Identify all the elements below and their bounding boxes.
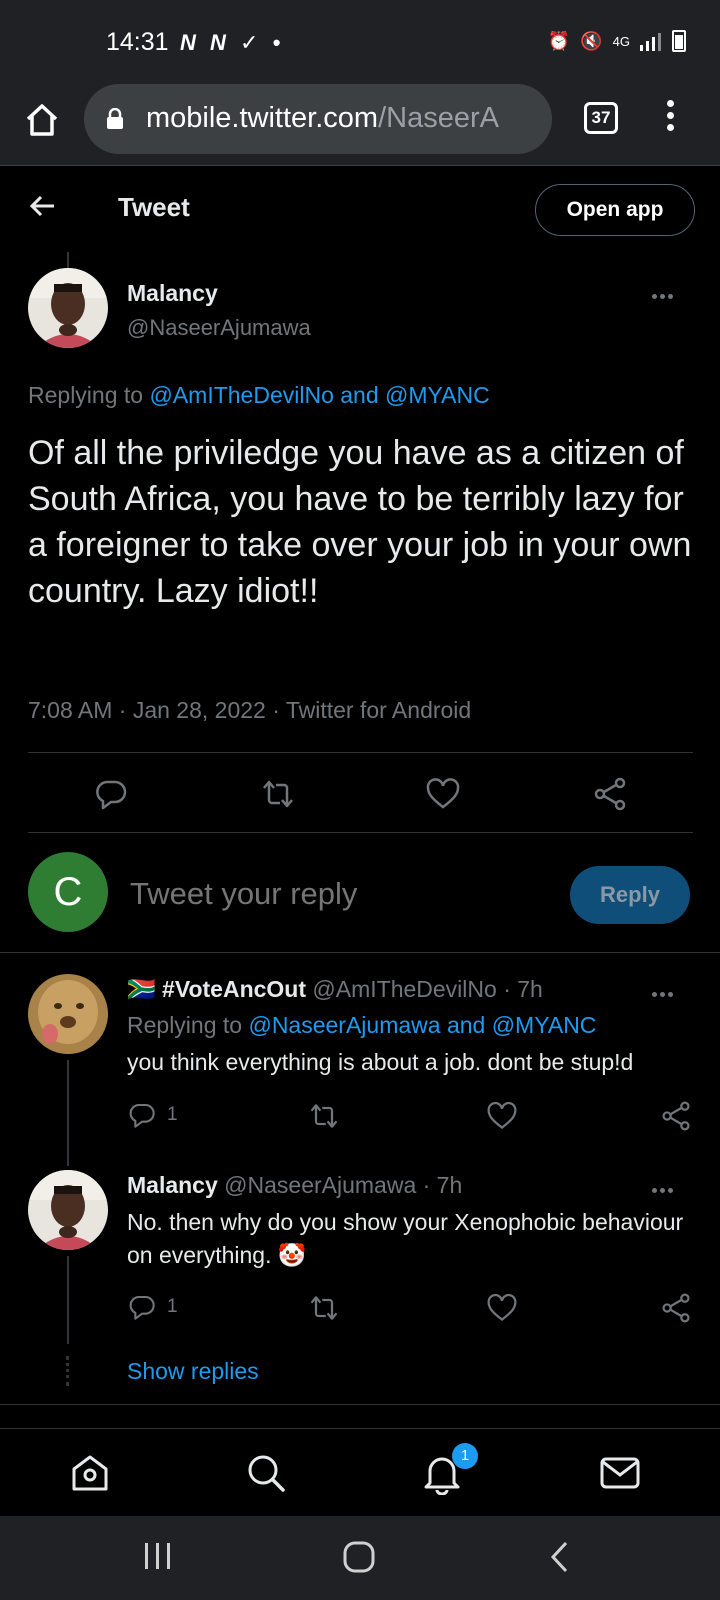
notification-icons: N N ✓ • xyxy=(180,30,285,55)
system-navigation-bar xyxy=(0,1516,720,1600)
mute-icon: 🔇 xyxy=(580,30,603,51)
my-avatar[interactable]: C xyxy=(28,852,108,932)
divider xyxy=(28,752,693,753)
replying-to: Replying to @NaseerAjumawa and @MYANC xyxy=(127,1012,597,1038)
reply-text: No. then why do you show your Xenophobic… xyxy=(127,1209,684,1268)
share-icon[interactable] xyxy=(592,776,628,812)
show-replies-link[interactable]: Show replies xyxy=(127,1358,259,1385)
share-icon[interactable] xyxy=(660,1292,692,1324)
browser-menu-icon[interactable] xyxy=(660,100,680,140)
lock-icon xyxy=(107,108,123,129)
home-tab-icon[interactable] xyxy=(68,1451,112,1495)
reply-button[interactable]: Reply xyxy=(570,866,690,924)
reply-icon[interactable] xyxy=(93,776,129,812)
thread-line xyxy=(67,1060,69,1166)
avatar[interactable] xyxy=(28,268,108,348)
reply-input[interactable] xyxy=(130,876,530,912)
url-text: mobile.twitter.com/NaseerA xyxy=(146,102,499,134)
bottom-tab-bar: 1 xyxy=(0,1428,720,1516)
reply-count: 1 xyxy=(167,1104,178,1125)
retweet-icon[interactable] xyxy=(308,1292,340,1324)
more-options-icon[interactable] xyxy=(652,1180,682,1193)
reply-author[interactable]: Malancy @NaseerAjumawa · 7h xyxy=(127,1172,462,1199)
status-time: 14:31 xyxy=(106,28,169,56)
network-label: 4G xyxy=(612,33,630,49)
battery-icon xyxy=(672,30,686,52)
retweet-icon[interactable] xyxy=(260,776,296,812)
like-icon[interactable] xyxy=(486,1292,518,1324)
reply-count: 1 xyxy=(167,1296,178,1317)
divider xyxy=(28,832,693,833)
alarm-icon: ⏰ xyxy=(547,30,571,51)
flag-icon: 🇿🇦 xyxy=(127,976,156,1002)
reply-icon xyxy=(129,1295,155,1320)
recent-apps-icon[interactable] xyxy=(142,1540,174,1572)
open-app-button[interactable]: Open app xyxy=(535,184,695,236)
reply-author-name[interactable]: #VoteAncOut xyxy=(162,976,306,1002)
search-tab-icon[interactable] xyxy=(244,1451,288,1495)
back-button-icon[interactable] xyxy=(548,1540,572,1574)
avatar[interactable] xyxy=(28,1170,108,1250)
thread-line xyxy=(67,1256,69,1344)
avatar[interactable] xyxy=(28,974,108,1054)
share-icon[interactable] xyxy=(660,1100,692,1132)
status-bar: 14:31 N N ✓ • ⏰ 🔇 4G xyxy=(0,0,720,84)
retweet-icon[interactable] xyxy=(308,1100,340,1132)
replying-to-links[interactable]: @AmITheDevilNo and @MYANC xyxy=(149,382,489,408)
tweet-text: Of all the priviledge you have as a citi… xyxy=(28,434,692,610)
signal-icon xyxy=(640,33,661,51)
notification-badge: 1 xyxy=(452,1443,478,1469)
back-arrow-icon[interactable] xyxy=(28,192,56,220)
url-bar[interactable]: mobile.twitter.com/NaseerA xyxy=(84,84,552,154)
tweet-header: Tweet Open app xyxy=(0,166,720,246)
replying-to: Replying to @AmITheDevilNo and @MYANC xyxy=(28,382,490,408)
home-icon[interactable] xyxy=(22,100,62,140)
more-options-icon[interactable] xyxy=(652,286,682,299)
home-button-icon[interactable] xyxy=(342,1540,376,1574)
reply-handle-time: @AmITheDevilNo · 7h xyxy=(306,976,543,1002)
more-options-icon[interactable] xyxy=(652,984,682,997)
thread-connector xyxy=(67,252,69,268)
author-name[interactable]: Malancy xyxy=(127,280,218,307)
reply-author[interactable]: 🇿🇦 #VoteAncOut @AmITheDevilNo · 7h xyxy=(127,976,543,1003)
thread-dots xyxy=(66,1356,70,1386)
replying-to-links[interactable]: @NaseerAjumawa and @MYANC xyxy=(248,1012,596,1038)
like-icon[interactable] xyxy=(486,1100,518,1132)
system-status-icons: ⏰ 🔇 4G xyxy=(548,30,686,52)
tab-switcher-button[interactable]: 37 xyxy=(584,102,618,134)
reply-handle-time: @NaseerAjumawa · 7h xyxy=(217,1172,463,1198)
messages-tab-icon[interactable] xyxy=(598,1451,642,1495)
divider xyxy=(0,1404,720,1405)
tweet-meta: 7:08 AM · Jan 28, 2022 · Twitter for And… xyxy=(28,697,472,723)
page-title: Tweet xyxy=(118,192,190,222)
reply-action[interactable]: 1 xyxy=(127,1292,178,1322)
reply-text: you think everything is about a job. don… xyxy=(127,1049,634,1075)
divider xyxy=(0,952,720,953)
browser-toolbar: mobile.twitter.com/NaseerA 37 xyxy=(0,84,720,166)
reply-action[interactable]: 1 xyxy=(127,1100,178,1130)
author-handle[interactable]: @NaseerAjumawa xyxy=(127,315,311,341)
like-icon[interactable] xyxy=(425,776,461,812)
reply-icon xyxy=(129,1103,155,1128)
reply-author-name[interactable]: Malancy xyxy=(127,1172,218,1198)
